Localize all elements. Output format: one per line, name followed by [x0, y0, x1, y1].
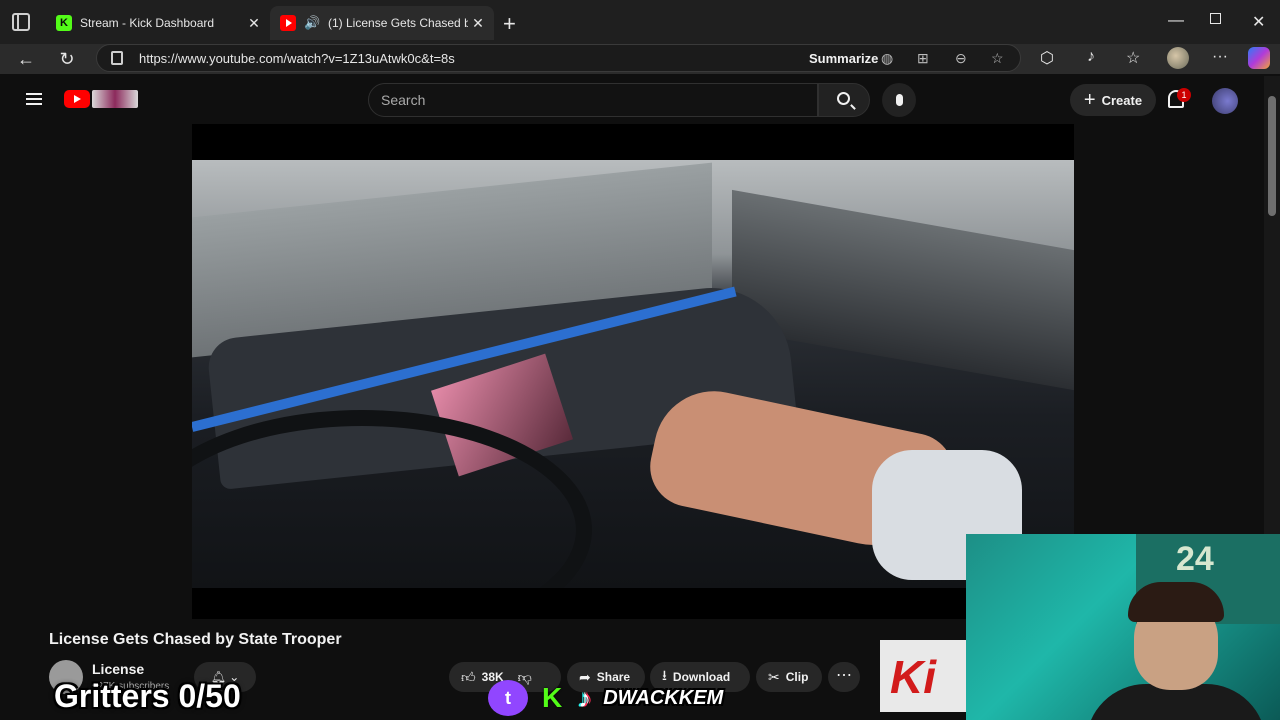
- tab-actions-icon[interactable]: [12, 13, 30, 31]
- tab-youtube-video[interactable]: 🔊 (1) License Gets Chased by S ✕: [270, 6, 494, 40]
- lock-icon: [111, 51, 123, 65]
- collections-icon[interactable]: ☆: [1126, 48, 1140, 68]
- maximize-icon[interactable]: [1210, 13, 1221, 24]
- tiktok-icon: ♪: [578, 682, 592, 713]
- extensions-icon[interactable]: ⬡: [1040, 48, 1054, 68]
- search-box[interactable]: [368, 83, 818, 117]
- close-tab-icon[interactable]: ✕: [244, 15, 264, 32]
- channel-name[interactable]: License: [92, 661, 144, 677]
- address-bar[interactable]: https://www.youtube.com/watch?v=1Z13uAtw…: [96, 44, 1021, 72]
- apps-icon[interactable]: ⊞: [917, 50, 929, 67]
- new-tab-button[interactable]: +: [503, 11, 516, 37]
- browser-tab-strip: K Stream - Kick Dashboard ✕ 🔊 (1) Licens…: [0, 0, 1280, 44]
- search-icon: [837, 92, 850, 105]
- microphone-icon: [895, 94, 903, 106]
- youtube-logo[interactable]: [64, 90, 90, 108]
- tab-kick-dashboard[interactable]: K Stream - Kick Dashboard ✕: [46, 6, 270, 40]
- account-avatar[interactable]: [1212, 88, 1238, 114]
- copilot-icon[interactable]: [1248, 47, 1270, 69]
- social-handle-bar: t K ♪ DWACKKEM: [488, 680, 723, 716]
- twitch-icon: t: [488, 680, 528, 716]
- menu-icon[interactable]: [26, 93, 42, 105]
- window-close-icon[interactable]: ✕: [1252, 12, 1265, 32]
- minimize-icon[interactable]: —: [1168, 12, 1184, 30]
- tab-title: (1) License Gets Chased by S: [328, 16, 468, 30]
- voice-search-button[interactable]: [882, 83, 916, 117]
- clip-label: Clip: [785, 670, 809, 684]
- search-input[interactable]: [381, 92, 801, 108]
- back-arrow-icon[interactable]: ←: [14, 48, 38, 70]
- youtube-doodle[interactable]: [92, 90, 138, 108]
- tab-title: Stream - Kick Dashboard: [80, 16, 215, 30]
- video-title: License Gets Chased by State Trooper: [49, 631, 342, 648]
- speaker-icon[interactable]: 🔊: [304, 15, 322, 31]
- ai-badge-icon[interactable]: ◍: [881, 50, 893, 67]
- plus-icon: +: [1083, 88, 1096, 111]
- scissors-icon: ✂: [768, 668, 780, 685]
- streamer-handle: DWACKKEM: [603, 686, 724, 709]
- youtube-icon: [280, 15, 296, 31]
- address-bar-row: ← ↻ https://www.youtube.com/watch?v=1Z13…: [0, 44, 1280, 74]
- performance-icon[interactable]: ♪: [1087, 48, 1095, 66]
- notification-badge: 1: [1177, 88, 1191, 102]
- profile-avatar[interactable]: [1167, 47, 1189, 69]
- create-button[interactable]: + Create: [1070, 84, 1156, 116]
- thumbs-up-icon: 👍︎: [461, 668, 476, 685]
- clip-button[interactable]: ✂ Clip: [756, 662, 822, 692]
- gritters-goal-counter: Gritters 0/50: [54, 678, 241, 714]
- more-menu-icon[interactable]: ···: [1212, 48, 1228, 66]
- youtube-header: + Create 1: [4, 76, 1262, 124]
- more-actions-button[interactable]: ⋯: [828, 662, 860, 692]
- webcam-overlay: 24: [966, 534, 1280, 720]
- sidebar-ad-thumbnail[interactable]: Ki: [880, 640, 966, 712]
- scrollbar-thumb[interactable]: [1268, 96, 1276, 216]
- zoom-icon[interactable]: ⊖: [955, 50, 967, 67]
- url-text[interactable]: https://www.youtube.com/watch?v=1Z13uAtw…: [139, 51, 455, 66]
- kick-logo-icon: K: [542, 682, 563, 713]
- kick-icon: K: [56, 15, 72, 31]
- refresh-icon[interactable]: ↻: [55, 48, 79, 70]
- summarize-button[interactable]: Summarize: [809, 51, 878, 66]
- create-label: Create: [1101, 92, 1143, 108]
- webcam-hair: [1128, 582, 1224, 622]
- search-button[interactable]: [818, 83, 870, 117]
- jersey-number: 24: [1176, 540, 1214, 578]
- ad-logo-text: Ki: [890, 651, 936, 703]
- close-tab-icon[interactable]: ✕: [468, 15, 488, 32]
- video-frame[interactable]: [192, 160, 1074, 588]
- favorite-star-icon[interactable]: ☆: [991, 50, 1004, 67]
